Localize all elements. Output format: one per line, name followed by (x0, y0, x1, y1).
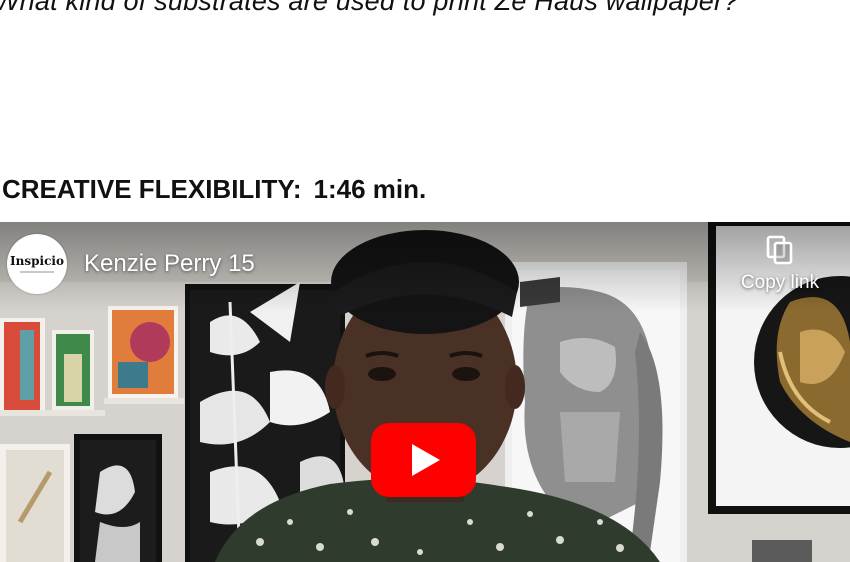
copy-icon (766, 235, 793, 265)
section-label: CREATIVE FLEXIBILITY: (2, 174, 302, 204)
video-title[interactable]: Kenzie Perry 15 (84, 250, 255, 278)
video-embed[interactable]: Inspicio Kenzie Perry 15 Copy link (0, 222, 850, 562)
logo-underline (20, 271, 54, 273)
play-button[interactable] (371, 423, 476, 497)
artwork-lower-left (0, 434, 162, 562)
channel-logo-text: Inspicio (10, 254, 64, 268)
copy-link-label: Copy link (740, 272, 820, 293)
question-heading: What kind of substrates are used to prin… (0, 0, 739, 16)
video-duration: 1:46 min. (313, 174, 427, 204)
copy-link-button[interactable]: Copy link (730, 234, 830, 294)
page: What kind of substrates are used to prin… (0, 0, 850, 562)
channel-avatar[interactable]: Inspicio (7, 234, 67, 294)
section-heading: CREATIVE FLEXIBILITY: 1:46 min. (2, 174, 426, 205)
